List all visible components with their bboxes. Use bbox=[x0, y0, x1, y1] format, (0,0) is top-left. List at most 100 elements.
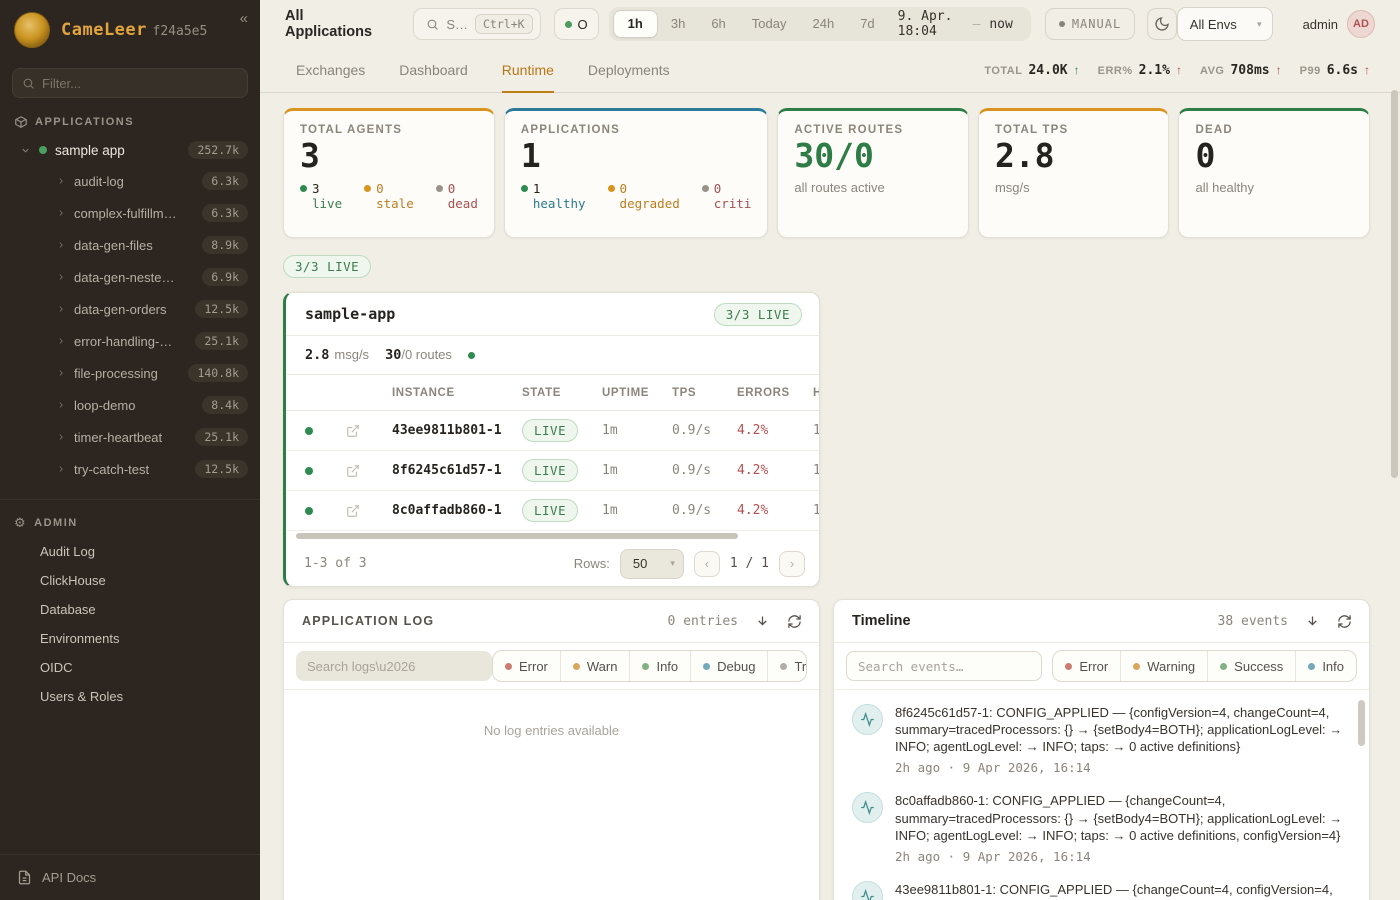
range-7d[interactable]: 7d bbox=[847, 7, 887, 41]
table-row[interactable]: 8f6245c61d57-1 LIVE 1m 0.9/s 4.2% 1 bbox=[286, 451, 819, 491]
route-label: file-processing bbox=[74, 366, 158, 381]
trace-dot bbox=[780, 663, 787, 670]
search-icon bbox=[22, 77, 35, 90]
range-3h[interactable]: 3h bbox=[658, 7, 698, 41]
refresh-icon[interactable] bbox=[1337, 614, 1352, 629]
download-icon[interactable] bbox=[755, 614, 770, 629]
log-level-filters: Error Warn Info Debug Trace bbox=[492, 650, 807, 682]
scrollbar-thumb[interactable] bbox=[296, 533, 738, 539]
sidebar-route-audit-log[interactable]: audit-log 6.3k bbox=[0, 165, 260, 197]
sidebar-route-data-gen-orders[interactable]: data-gen-orders 12.5k bbox=[0, 293, 260, 325]
card-applications: APPLICATIONS 1 1healthy 0degraded 0criti bbox=[504, 108, 769, 238]
filter-info[interactable]: Info bbox=[1295, 651, 1356, 681]
timeline-event[interactable]: 43ee9811b801-1: CONFIG_APPLIED — {change… bbox=[852, 881, 1349, 900]
sidebar-route-loop-demo[interactable]: loop-demo 8.4k bbox=[0, 389, 260, 421]
route-label: timer-heartbeat bbox=[74, 430, 162, 445]
connection-status-pill[interactable]: O bbox=[554, 8, 599, 40]
manual-refresh-button[interactable]: MANUAL bbox=[1045, 8, 1135, 40]
count-badge: 252.7k bbox=[188, 141, 248, 159]
sidebar-route-complex-fulfillment[interactable]: complex-fulfillm… 6.3k bbox=[0, 197, 260, 229]
log-search-input[interactable] bbox=[296, 651, 492, 681]
filter-warning[interactable]: Warning bbox=[1120, 651, 1207, 681]
external-link-icon[interactable] bbox=[332, 424, 392, 438]
chevron-right-icon bbox=[56, 368, 66, 378]
sidebar-item-audit-log[interactable]: Audit Log bbox=[0, 537, 260, 566]
chevron-down-icon bbox=[20, 145, 31, 156]
refresh-icon[interactable] bbox=[787, 614, 802, 629]
range-1h[interactable]: 1h bbox=[613, 10, 658, 38]
range-today[interactable]: Today bbox=[739, 7, 800, 41]
sidebar-filter[interactable] bbox=[12, 68, 248, 98]
status-dot bbox=[702, 185, 709, 192]
sidebar-item-api-docs[interactable]: API Docs bbox=[0, 854, 260, 900]
substat-healthy: 1healthy bbox=[521, 181, 586, 211]
tab-dashboard[interactable]: Dashboard bbox=[399, 48, 468, 93]
chevron-right-icon bbox=[56, 272, 66, 282]
user-menu[interactable]: admin AD bbox=[1303, 10, 1375, 38]
sidebar-item-sample-app[interactable]: sample app 252.7k bbox=[0, 135, 260, 165]
card-total-agents: TOTAL AGENTS 3 3live 0stale 0dead bbox=[283, 108, 495, 238]
tab-exchanges[interactable]: Exchanges bbox=[296, 48, 365, 93]
external-link-icon[interactable] bbox=[332, 464, 392, 478]
range-6h[interactable]: 6h bbox=[698, 7, 738, 41]
date-from: 9. Apr. 18:04 bbox=[898, 9, 964, 39]
filter-error[interactable]: Error bbox=[1053, 651, 1120, 681]
filter-warn[interactable]: Warn bbox=[560, 651, 630, 681]
chevron-right-icon bbox=[56, 464, 66, 474]
sidebar-collapse-icon[interactable]: « bbox=[240, 10, 248, 27]
card-dead: DEAD 0 all healthy bbox=[1178, 108, 1370, 238]
download-icon[interactable] bbox=[1305, 614, 1320, 629]
rows-per-page-select[interactable]: 50 ▾ bbox=[620, 549, 684, 579]
card-value: 3 bbox=[300, 139, 478, 174]
sidebar-route-file-processing[interactable]: file-processing 140.8k bbox=[0, 357, 260, 389]
sidebar-item-clickhouse[interactable]: ClickHouse bbox=[0, 566, 260, 595]
success-dot bbox=[1220, 663, 1227, 670]
filter-error[interactable]: Error bbox=[493, 651, 560, 681]
tab-deployments[interactable]: Deployments bbox=[588, 48, 670, 93]
dark-mode-toggle[interactable] bbox=[1147, 8, 1177, 40]
global-search-button[interactable]: S… Ctrl+K bbox=[413, 8, 540, 40]
range-24h[interactable]: 24h bbox=[799, 7, 847, 41]
sidebar-filter-input[interactable] bbox=[42, 76, 238, 91]
substat-degraded: 0degraded bbox=[608, 181, 680, 211]
timeline-event[interactable]: 8f6245c61d57-1: CONFIG_APPLIED — {config… bbox=[852, 704, 1349, 775]
sidebar-item-users-roles[interactable]: Users & Roles bbox=[0, 682, 260, 711]
status-label: O bbox=[578, 17, 588, 32]
sidebar-route-error-handling[interactable]: error-handling-… 25.1k bbox=[0, 325, 260, 357]
instances-table-header: INSTANCE STATE UPTIME TPS ERRORS H bbox=[286, 375, 819, 411]
status-dot bbox=[468, 352, 475, 359]
tab-runtime[interactable]: Runtime bbox=[502, 48, 554, 93]
sidebar-item-environments[interactable]: Environments bbox=[0, 624, 260, 653]
sidebar-route-try-catch-test[interactable]: try-catch-test 12.5k bbox=[0, 453, 260, 485]
filter-trace[interactable]: Trace bbox=[767, 651, 807, 681]
content-area: TOTAL AGENTS 3 3live 0stale 0dead APPLIC… bbox=[260, 93, 1400, 900]
time-range-display[interactable]: 9. Apr. 18:04 – now bbox=[888, 9, 1027, 39]
filter-info[interactable]: Info bbox=[629, 651, 690, 681]
up-arrow-icon: ↑ bbox=[1176, 63, 1182, 77]
sidebar-route-timer-heartbeat[interactable]: timer-heartbeat 25.1k bbox=[0, 421, 260, 453]
filter-success[interactable]: Success bbox=[1207, 651, 1295, 681]
stat-err: ERR% 2.1% ↑ bbox=[1098, 63, 1182, 78]
filter-debug[interactable]: Debug bbox=[690, 651, 767, 681]
timeline-scrollbar-thumb[interactable] bbox=[1358, 700, 1365, 746]
next-page-button[interactable]: › bbox=[779, 551, 805, 577]
table-row[interactable]: 43ee9811b801-1 LIVE 1m 0.9/s 4.2% 1 bbox=[286, 411, 819, 451]
sidebar-route-data-gen-nested[interactable]: data-gen-neste… 6.9k bbox=[0, 261, 260, 293]
environment-select[interactable]: All Envs ▾ bbox=[1177, 7, 1273, 41]
prev-page-button[interactable]: ‹ bbox=[694, 551, 720, 577]
warn-dot bbox=[573, 663, 580, 670]
page-scrollbar-thumb[interactable] bbox=[1391, 90, 1398, 478]
external-link-icon[interactable] bbox=[332, 504, 392, 518]
timeline-search-input[interactable] bbox=[846, 651, 1042, 681]
sidebar-header: CameLeer f24a5e5 « bbox=[0, 0, 260, 58]
applications-section-header: APPLICATIONS bbox=[0, 98, 260, 135]
route-label: loop-demo bbox=[74, 398, 135, 413]
sidebar-route-data-gen-files[interactable]: data-gen-files 8.9k bbox=[0, 229, 260, 261]
up-arrow-icon: ↑ bbox=[1074, 63, 1080, 77]
chevron-right-icon bbox=[56, 432, 66, 442]
sidebar-item-oidc[interactable]: OIDC bbox=[0, 653, 260, 682]
sidebar-item-database[interactable]: Database bbox=[0, 595, 260, 624]
log-entry-count: 0 entries bbox=[668, 614, 738, 629]
timeline-event[interactable]: 8c0affadb860-1: CONFIG_APPLIED — {change… bbox=[852, 792, 1349, 863]
table-row[interactable]: 8c0affadb860-1 LIVE 1m 0.9/s 4.2% 1 bbox=[286, 491, 819, 531]
